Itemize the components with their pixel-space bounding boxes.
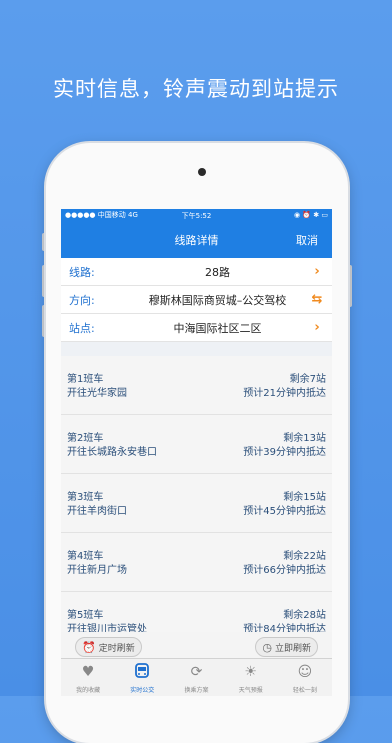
smile-icon: ☺: [297, 664, 313, 680]
station-label: 站点:: [69, 321, 95, 335]
page-title: 线路详情: [174, 234, 219, 247]
bus-remaining: 剩余28站: [283, 610, 326, 621]
list-item: 第1班车 开往光华家园 剩余7站 预计21分钟内抵达: [61, 356, 332, 415]
heart-icon: ♥: [81, 664, 95, 680]
refresh-now-button[interactable]: ◷ 立即刷新: [255, 637, 318, 657]
bus-remaining: 剩余22站: [283, 551, 326, 562]
nav-bar: 线路详情 取消: [61, 221, 332, 258]
tab-favorites[interactable]: ♥ 我的收藏: [61, 659, 115, 696]
bus-list: 第1班车 开往光华家园 剩余7站 预计21分钟内抵达 第2班车 开往长城路永安巷…: [61, 356, 332, 651]
direction-row[interactable]: 方向: 穆斯林国际商贸城–公交驾校 ⇆: [61, 286, 332, 314]
bus-remaining: 剩余7站: [289, 374, 326, 385]
tab-label: 我的收藏: [76, 687, 101, 694]
status-icons: ◉ ⏰ ✱ ▭: [294, 211, 328, 219]
tab-realtime-bus[interactable]: 实时公交: [115, 659, 169, 696]
route-value: 28路: [205, 265, 230, 279]
tab-bar: ♥ 我的收藏 实时公交 ⟳ 换乘方案 ☀ 天气预报 ☺ 轻松一刻: [61, 658, 332, 696]
tab-label: 轻松一刻: [292, 687, 317, 694]
sun-icon: ☀: [244, 664, 257, 680]
direction-label: 方向:: [69, 293, 95, 307]
phone-camera: [198, 168, 206, 176]
refresh-bar: ⏰ 定时刷新 ◷ 立即刷新: [61, 632, 332, 658]
list-item: 第3班车 开往羊肉街口 剩余15站 预计45分钟内抵达: [61, 474, 332, 533]
carrier-label: ●●●●● 中国移动 4G: [65, 211, 138, 219]
clock-icon: ◷: [262, 640, 272, 654]
station-row[interactable]: 站点: 中海国际社区二区 ›: [61, 314, 332, 342]
bus-remaining: 剩余15站: [283, 492, 326, 503]
promo-headline: 实时信息，铃声震动到站提示: [53, 77, 339, 101]
bus-eta: 预计21分钟内抵达: [243, 388, 326, 399]
tab-label: 天气预报: [238, 687, 263, 694]
tab-fun[interactable]: ☺ 轻松一刻: [278, 659, 332, 696]
bus-eta: 预计66分钟内抵达: [243, 565, 326, 576]
transfer-icon: ⟳: [190, 664, 203, 680]
route-label: 线路:: [69, 265, 95, 279]
timed-refresh-button[interactable]: ⏰ 定时刷新: [75, 637, 142, 657]
bus-remaining: 剩余13站: [283, 433, 326, 444]
phone-power-button: [348, 265, 352, 307]
timed-refresh-label: 定时刷新: [98, 643, 135, 654]
cancel-button[interactable]: 取消: [296, 232, 318, 248]
station-value: 中海国际社区二区: [173, 321, 262, 335]
bus-destination: 开往羊肉街口: [67, 506, 127, 517]
chevron-right-icon: ›: [314, 264, 320, 279]
tab-label: 换乘方案: [184, 687, 209, 694]
bus-name: 第5班车: [67, 610, 104, 621]
tab-label: 实时公交: [130, 687, 155, 694]
tab-transfer[interactable]: ⟳ 换乘方案: [169, 659, 223, 696]
bus-eta: 预计39分钟内抵达: [243, 447, 326, 458]
bus-name: 第1班车: [67, 374, 104, 385]
bus-eta: 预计45分钟内抵达: [243, 506, 326, 517]
bus-name: 第4班车: [67, 551, 104, 562]
list-item: 第2班车 开往长城路永安巷口 剩余13站 预计39分钟内抵达: [61, 415, 332, 474]
swap-direction-icon[interactable]: ⇆: [310, 292, 324, 307]
chevron-right-icon: ›: [314, 320, 320, 335]
direction-value: 穆斯林国际商贸城–公交驾校: [148, 293, 287, 307]
list-item: 第4班车 开往新月广场 剩余22站 预计66分钟内抵达: [61, 533, 332, 592]
bus-destination: 开往光华家园: [67, 388, 127, 399]
phone-screen: ●●●●● 中国移动 4G 下午5:52 ◉ ⏰ ✱ ▭ 线路详情 取消 线路:…: [61, 209, 332, 696]
bus-destination: 开往新月广场: [67, 565, 127, 576]
refresh-now-label: 立即刷新: [274, 643, 311, 654]
bus-icon: [115, 663, 169, 681]
route-row[interactable]: 线路: 28路 ›: [61, 258, 332, 286]
bus-name: 第2班车: [67, 433, 104, 444]
bus-name: 第3班车: [67, 492, 104, 503]
tab-weather[interactable]: ☀ 天气预报: [224, 659, 278, 696]
status-bar: ●●●●● 中国移动 4G 下午5:52 ◉ ⏰ ✱ ▭: [61, 209, 332, 221]
bus-destination: 开往长城路永安巷口: [67, 447, 157, 458]
alarm-clock-icon: ⏰: [82, 640, 96, 654]
section-gap: [61, 342, 332, 356]
